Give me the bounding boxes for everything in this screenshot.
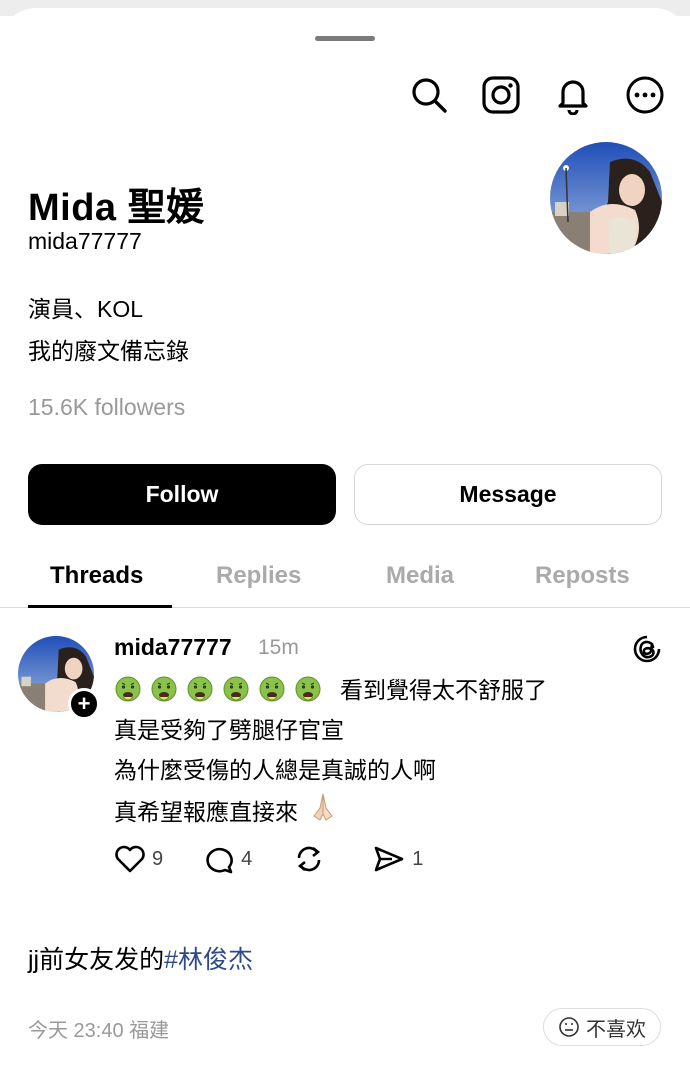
nauseated-face-emoji [114, 676, 142, 704]
followers-count[interactable]: 15.6K followers [28, 394, 185, 421]
sad-face-icon [559, 1017, 579, 1037]
profile-bio: 演員、KOL 我的廢文備忘錄 [28, 288, 189, 372]
tab-reposts[interactable]: Reposts [535, 562, 630, 590]
share-action[interactable]: 1 [372, 844, 423, 874]
active-tab-indicator [28, 605, 172, 608]
header-icons [408, 74, 666, 116]
comment-icon [206, 847, 233, 874]
nauseated-face-emoji-row [114, 676, 330, 704]
tab-threads[interactable]: Threads [50, 562, 143, 590]
profile-tabs: Threads Replies Media Reposts [0, 556, 690, 608]
instagram-icon[interactable] [480, 74, 522, 116]
search-icon[interactable] [408, 74, 450, 116]
nauseated-face-emoji [186, 676, 214, 704]
sheet-grab-handle[interactable] [315, 36, 375, 41]
repost-action[interactable] [292, 844, 332, 874]
nauseated-face-emoji [294, 676, 322, 704]
post-line-1-text: 看到覺得太不舒服了 [340, 677, 547, 703]
dislike-label: 不喜欢 [586, 1018, 646, 1041]
dislike-button[interactable]: 不喜欢 [543, 1008, 661, 1046]
tab-media[interactable]: Media [386, 562, 454, 590]
repost-icon [297, 846, 321, 872]
nauseated-face-emoji [222, 676, 250, 704]
bell-icon[interactable] [552, 74, 594, 116]
follow-plus-icon[interactable]: + [68, 688, 100, 720]
like-count: 9 [152, 847, 164, 870]
folded-hands-emoji [308, 790, 338, 834]
post-line-4-text: 真希望報應直接來 [114, 799, 298, 825]
caption-text: jj前女友发的 [28, 946, 165, 974]
tab-replies[interactable]: Replies [216, 562, 301, 590]
comment-action[interactable]: 4 [203, 844, 252, 874]
post-line-2: 真是受夠了劈腿仔官宣 [114, 717, 344, 743]
more-icon[interactable] [624, 74, 666, 116]
share-count: 1 [412, 847, 424, 870]
bio-line-2: 我的廢文備忘錄 [28, 338, 189, 364]
caption: jj前女友发的#林俊杰 [28, 940, 253, 976]
message-button[interactable]: Message [354, 464, 662, 525]
comment-count: 4 [241, 847, 253, 870]
post-actions: 9 4 1 [114, 844, 463, 874]
profile-avatar[interactable] [550, 142, 662, 254]
post-time: 15m [258, 636, 299, 659]
nauseated-face-emoji [150, 676, 178, 704]
post-body: 看到覺得太不舒服了 真是受夠了劈腿仔官宣 為什麼受傷的人總是真誠的人啊 真希望報… [114, 670, 547, 834]
follow-button[interactable]: Follow [28, 464, 336, 525]
nauseated-face-emoji [258, 676, 286, 704]
bio-line-1: 演員、KOL [28, 296, 144, 322]
like-action[interactable]: 9 [114, 844, 163, 874]
caption-hashtag[interactable]: #林俊杰 [164, 946, 253, 974]
post-line-1: 看到覺得太不舒服了 [114, 670, 547, 710]
send-icon [374, 846, 404, 872]
post-line-4: 真希望報應直接來 [114, 790, 547, 834]
post-username[interactable]: mida77777 [114, 634, 232, 661]
profile-name: Mida 聖媛 [28, 187, 205, 229]
profile-handle: mida77777 [28, 228, 142, 254]
post-meta: 今天 23:40 福建 [28, 1020, 170, 1042]
post-line-3: 為什麼受傷的人總是真誠的人啊 [114, 757, 436, 783]
heart-icon [115, 845, 145, 873]
threads-logo-icon [632, 634, 662, 664]
